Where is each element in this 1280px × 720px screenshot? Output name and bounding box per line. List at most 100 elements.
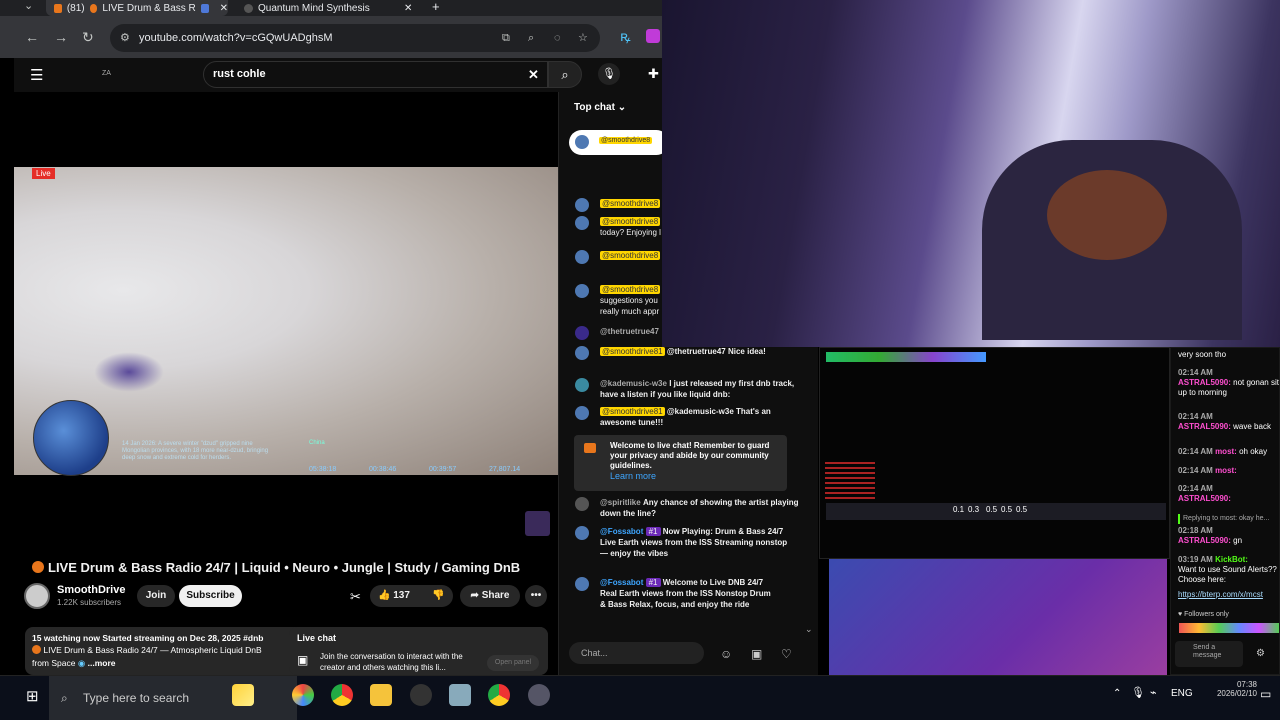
kick-user[interactable]: most: — [1215, 466, 1237, 475]
open-panel-button[interactable]: Open panel — [487, 655, 539, 671]
chat-input[interactable]: Chat... — [569, 642, 704, 664]
channel-watermark-icon[interactable] — [525, 511, 550, 536]
clip-icon[interactable]: ✂ — [350, 589, 361, 605]
kick-line: very soon tho — [1178, 350, 1280, 360]
kick-user[interactable]: ASTRAL5090: — [1178, 536, 1231, 545]
overlay-readout: 27,807.14 — [489, 466, 521, 473]
share-button[interactable]: ➦ Share — [460, 585, 520, 607]
chat-author[interactable]: @smoothdrive8 — [600, 217, 661, 226]
kick-line: 02:14 AM ASTRAL5090: not gonan sit up to … — [1178, 368, 1280, 398]
forward-arrow-icon[interactable]: → — [54, 30, 68, 44]
taskbar-search[interactable]: ⌕ Type here to search — [49, 676, 297, 720]
new-tab-plus-icon[interactable]: + — [432, 0, 440, 13]
copilot-icon[interactable] — [292, 684, 314, 706]
chrome-active-icon[interactable] — [488, 684, 510, 706]
kick-line: 02:18 AM ASTRAL5090: gn — [1178, 526, 1280, 546]
settings-icon[interactable]: ⚙ — [1256, 648, 1265, 659]
tab-label: Quantum Mind Synthesis — [258, 2, 370, 14]
chat-author[interactable]: @smoothdrive81 — [600, 407, 665, 416]
kick-link[interactable]: https://bterp.com/x/mcst — [1178, 590, 1280, 600]
kick-chat-panel: very soon tho 02:14 AM ASTRAL5090: not go… — [1170, 347, 1280, 675]
like-count: 137 — [393, 590, 410, 601]
emote-row[interactable] — [1179, 623, 1279, 633]
chat-author[interactable]: @smoothdrive81 — [600, 347, 665, 356]
chat-mode-dropdown[interactable]: Top chat ⌄ — [574, 102, 626, 113]
chat-author[interactable]: @smoothdrive8 — [600, 199, 661, 208]
windows-start-icon[interactable]: ⊞ — [26, 687, 39, 705]
search-button[interactable]: ⌕ — [548, 61, 582, 88]
game-hotbar[interactable]: 0.1 0.3 0.5 0.5 0.5 — [826, 503, 1166, 520]
widget-icon[interactable] — [232, 684, 254, 706]
app-icon[interactable] — [528, 684, 550, 706]
kick-send-input[interactable]: Send a message — [1175, 641, 1243, 667]
search-input[interactable]: rust cohle ✕ — [203, 61, 548, 88]
eye-off-icon[interactable]: ◌ — [554, 24, 561, 52]
close-icon[interactable]: ✕ — [220, 3, 228, 14]
tab-quantum-mind[interactable]: Quantum Mind Synthesis ✕ — [240, 0, 420, 16]
kick-text: gn — [1233, 536, 1243, 545]
subscriber-count: 1.22K subscribers — [57, 598, 122, 607]
avatar — [575, 250, 589, 264]
avatar[interactable] — [24, 583, 50, 609]
live-chat-card[interactable]: Live chat ▣ Join the conversation to int… — [289, 627, 548, 675]
tab-list-chevron-icon[interactable]: ⌄ — [24, 1, 33, 12]
more-actions-icon[interactable]: ••• — [525, 585, 547, 607]
network-icon[interactable]: ⌁ — [1150, 686, 1157, 699]
learn-more-link[interactable]: Learn more — [610, 471, 656, 481]
kick-user[interactable]: KickBot: — [1215, 555, 1248, 564]
chat-author[interactable]: @Fossabot — [600, 578, 643, 587]
snipping-tool-icon[interactable] — [449, 684, 471, 706]
chat-author[interactable]: @Fossabot — [600, 527, 643, 536]
extension-icon[interactable]: ꝶ — [620, 29, 631, 43]
avatar — [575, 406, 589, 420]
kick-user[interactable]: ASTRAL5090: — [1178, 422, 1231, 431]
file-explorer-icon[interactable] — [370, 684, 392, 706]
kick-user[interactable]: ASTRAL5090: — [1178, 378, 1231, 387]
like-button[interactable]: 👍 137 👎 — [370, 585, 453, 607]
super-chat-icon[interactable]: ▣ — [751, 647, 762, 661]
kick-user[interactable]: most: — [1215, 447, 1237, 456]
language-indicator[interactable]: ENG — [1171, 688, 1193, 699]
zoom-icon[interactable]: ⌕ — [528, 24, 534, 52]
clear-search-icon[interactable]: ✕ — [528, 62, 539, 87]
notification-icon[interactable]: ▭ — [1260, 687, 1271, 701]
reload-icon[interactable]: ↻ — [82, 30, 94, 44]
thumbs-down-icon[interactable]: 👎 — [432, 585, 444, 607]
back-arrow-icon[interactable]: ← — [25, 30, 39, 44]
menu-icon[interactable]: ☰ — [30, 66, 43, 84]
kick-reply: Replying to most: okay he... — [1178, 514, 1280, 524]
join-button[interactable]: Join — [137, 585, 175, 607]
game-window[interactable] — [819, 347, 1170, 559]
chat-author[interactable]: @smoothdrive8 — [600, 251, 661, 260]
pinned-message[interactable]: @smoothdrive8 — [569, 130, 669, 155]
chat-author[interactable]: @thetruetrue47 — [600, 327, 659, 336]
microphone-icon[interactable]: 🎙 — [1131, 686, 1145, 699]
chat-author[interactable]: @smoothdrive8 — [600, 285, 661, 294]
subscribe-button[interactable]: Subscribe — [179, 585, 242, 607]
scroll-down-icon[interactable]: ⌄ — [805, 624, 813, 635]
emoji-icon[interactable]: ☺ — [720, 647, 732, 661]
channel-name[interactable]: SmoothDrive — [57, 584, 125, 596]
chevron-up-icon[interactable]: ⌃ — [1113, 688, 1121, 699]
chrome-icon[interactable] — [331, 684, 353, 706]
taskbar-search-placeholder: Type here to search — [83, 691, 190, 705]
hotbar-value: 0.1 — [953, 505, 965, 514]
orange-circle-icon — [32, 645, 41, 654]
profile-extension-icon[interactable] — [646, 29, 660, 43]
live-chat-card-title: Live chat — [297, 633, 337, 643]
voice-search-icon[interactable]: 🎙 — [598, 63, 620, 85]
obs-icon[interactable] — [410, 684, 432, 706]
clock[interactable]: 07:38 2026/02/10 — [1207, 680, 1257, 698]
cast-icon[interactable]: ⧉ — [502, 24, 510, 52]
chat-author[interactable]: @spiritlike — [600, 498, 641, 507]
bookmark-star-icon[interactable]: ☆ — [578, 24, 588, 52]
tab-youtube[interactable]: (81) LIVE Drum & Bass R ✕ — [46, 0, 228, 16]
url-field[interactable]: ⚙ youtube.com/watch?v=cGQwUADghsM ⧉ ⌕ ◌ … — [110, 24, 600, 52]
site-info-icon[interactable]: ⚙ — [120, 24, 130, 52]
more-link[interactable]: ...more — [88, 658, 116, 668]
close-icon[interactable]: ✕ — [404, 3, 412, 14]
kick-user[interactable]: ASTRAL5090: — [1178, 494, 1231, 503]
create-icon[interactable]: ✚ — [648, 66, 659, 82]
heart-icon[interactable]: ♡ — [781, 647, 792, 661]
chat-author[interactable]: @kademusic-w3e — [600, 379, 667, 388]
